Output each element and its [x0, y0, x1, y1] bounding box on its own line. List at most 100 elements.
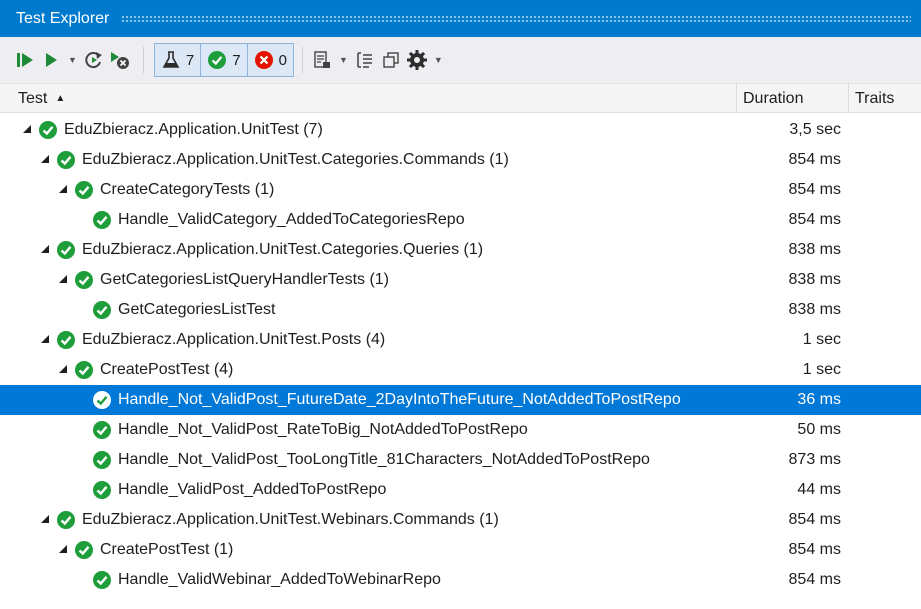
tree-group-row[interactable]: CreateCategoryTests (1) 854 ms — [0, 175, 921, 205]
expanded-triangle-icon[interactable] — [58, 274, 68, 284]
test-name: EduZbieracz.Application.UnitTest.Posts (… — [82, 331, 386, 348]
expanded-triangle-icon[interactable] — [40, 334, 50, 344]
column-header-duration[interactable]: Duration — [736, 84, 848, 113]
test-row[interactable]: Handle_Not_ValidPost_FutureDate_2DayInto… — [0, 385, 921, 415]
test-name: GetCategoriesListTest — [118, 301, 276, 318]
refresh-icon — [85, 52, 102, 69]
test-duration: 3,5 sec — [789, 121, 841, 138]
cancel-run-icon — [110, 52, 129, 69]
playlist-dropdown-icon[interactable]: ▼ — [339, 55, 348, 65]
group-by-button[interactable] — [354, 45, 376, 75]
test-duration: 50 ms — [797, 421, 841, 438]
group-by-icon — [357, 52, 372, 68]
copy-button[interactable] — [380, 45, 402, 75]
passed-check-icon — [93, 391, 111, 409]
test-duration: 873 ms — [788, 451, 841, 468]
tree-group-row[interactable]: EduZbieracz.Application.UnitTest.Categor… — [0, 235, 921, 265]
test-name: CreatePostTest (4) — [100, 361, 234, 378]
test-name: Handle_Not_ValidPost_TooLongTitle_81Char… — [118, 451, 650, 468]
test-name: Handle_ValidWebinar_AddedToWebinarRepo — [118, 571, 441, 588]
test-row[interactable]: Handle_Not_ValidPost_RateToBig_NotAddedT… — [0, 415, 921, 445]
column-header-test[interactable]: Test ▲ — [18, 84, 65, 113]
test-name: EduZbieracz.Application.UnitTest.Webinar… — [82, 511, 499, 528]
passed-check-icon — [75, 181, 93, 199]
expanded-triangle-icon[interactable] — [58, 184, 68, 194]
passed-check-icon — [57, 511, 75, 529]
passed-check-icon — [57, 151, 75, 169]
filter-passed-tests[interactable]: 7 — [201, 44, 248, 76]
test-row[interactable]: Handle_ValidPost_AddedToPostRepo 44 ms — [0, 475, 921, 505]
passed-check-icon — [57, 241, 75, 259]
test-tree: EduZbieracz.Application.UnitTest (7) 3,5 … — [0, 115, 921, 595]
settings-button[interactable] — [406, 45, 428, 75]
test-duration: 854 ms — [788, 211, 841, 228]
test-duration: 1 sec — [802, 361, 841, 378]
tree-group-row[interactable]: EduZbieracz.Application.UnitTest.Categor… — [0, 145, 921, 175]
test-row[interactable]: Handle_ValidWebinar_AddedToWebinarRepo 85… — [0, 565, 921, 595]
filter-failed-tests[interactable]: 0 — [248, 44, 293, 76]
run-dropdown-icon[interactable]: ▼ — [68, 55, 77, 65]
test-duration: 854 ms — [788, 511, 841, 528]
passed-check-icon — [75, 361, 93, 379]
expanded-triangle-icon[interactable] — [22, 124, 32, 134]
test-row[interactable]: GetCategoriesListTest 838 ms — [0, 295, 921, 325]
cancel-run-button[interactable] — [109, 45, 131, 75]
toolbar-separator — [142, 47, 144, 73]
run-button[interactable] — [40, 45, 62, 75]
flask-icon — [162, 51, 180, 68]
passed-check-icon — [39, 121, 57, 139]
failed-tests-count: 0 — [278, 51, 287, 69]
expanded-triangle-icon[interactable] — [40, 244, 50, 254]
all-tests-count: 7 — [185, 51, 195, 69]
test-name: GetCategoriesListQueryHandlerTests (1) — [100, 271, 390, 288]
sort-ascending-icon: ▲ — [55, 93, 66, 104]
test-duration: 1 sec — [802, 331, 841, 348]
column-header-traits[interactable]: Traits — [848, 84, 921, 113]
expanded-triangle-icon[interactable] — [58, 544, 68, 554]
failed-x-icon — [254, 51, 273, 69]
filter-all-tests[interactable]: 7 — [155, 44, 202, 76]
test-row[interactable]: Handle_ValidCategory_AddedToCategoriesRe… — [0, 205, 921, 235]
expanded-triangle-icon[interactable] — [58, 364, 68, 374]
passed-check-icon — [75, 271, 93, 289]
gear-icon — [406, 50, 427, 70]
test-duration: 854 ms — [788, 571, 841, 588]
tree-group-row[interactable]: GetCategoriesListQueryHandlerTests (1) 83… — [0, 265, 921, 295]
passed-check-icon — [75, 541, 93, 559]
settings-dropdown-icon[interactable]: ▼ — [434, 55, 443, 65]
passed-tests-count: 7 — [232, 51, 241, 69]
test-name: CreatePostTest (1) — [100, 541, 234, 558]
column-header: Test ▲ Duration Traits — [0, 83, 921, 113]
title-bar-grip[interactable] — [121, 15, 911, 22]
test-name: Handle_Not_ValidPost_FutureDate_2DayInto… — [118, 391, 681, 408]
test-duration: 854 ms — [788, 181, 841, 198]
tree-group-row[interactable]: EduZbieracz.Application.UnitTest (7) 3,5 … — [0, 115, 921, 145]
test-name: Handle_ValidCategory_AddedToCategoriesRe… — [118, 211, 465, 228]
toolbar-separator — [301, 47, 303, 73]
expanded-triangle-icon[interactable] — [40, 514, 50, 524]
passed-check-icon — [57, 331, 75, 349]
toolbar: ▼ 7 7 0 ▼ ▼ — [0, 37, 921, 83]
refresh-button[interactable] — [83, 45, 105, 75]
test-duration: 838 ms — [788, 301, 841, 318]
passed-check-icon — [93, 421, 111, 439]
test-duration: 854 ms — [788, 151, 841, 168]
playlist-button[interactable] — [311, 45, 333, 75]
passed-check-icon — [93, 481, 111, 499]
tree-group-row[interactable]: CreatePostTest (1) 854 ms — [0, 535, 921, 565]
play-icon — [46, 53, 57, 67]
copy-icon — [383, 52, 399, 68]
tree-group-row[interactable]: EduZbieracz.Application.UnitTest.Webinar… — [0, 505, 921, 535]
test-name: EduZbieracz.Application.UnitTest (7) — [64, 121, 323, 138]
test-name: EduZbieracz.Application.UnitTest.Categor… — [82, 241, 484, 258]
title-bar: Test Explorer — [0, 0, 921, 37]
expanded-triangle-icon[interactable] — [40, 154, 50, 164]
test-row[interactable]: Handle_Not_ValidPost_TooLongTitle_81Char… — [0, 445, 921, 475]
tree-group-row[interactable]: EduZbieracz.Application.UnitTest.Posts (… — [0, 325, 921, 355]
passed-check-icon — [208, 51, 227, 69]
test-duration: 838 ms — [788, 271, 841, 288]
test-name: Handle_Not_ValidPost_RateToBig_NotAddedT… — [118, 421, 528, 438]
column-test-label: Test — [18, 90, 48, 107]
run-all-button[interactable] — [14, 45, 36, 75]
tree-group-row[interactable]: CreatePostTest (4) 1 sec — [0, 355, 921, 385]
